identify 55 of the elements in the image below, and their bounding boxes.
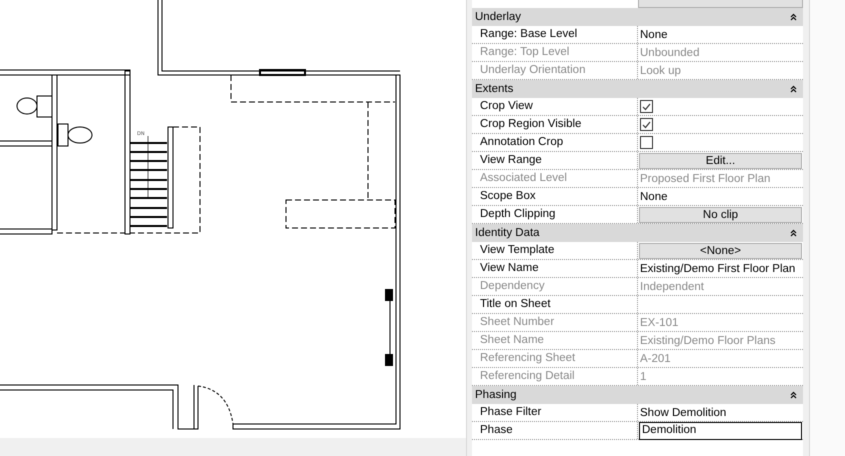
checkbox[interactable]	[640, 100, 653, 113]
property-label: Associated Level	[472, 170, 638, 187]
section-header[interactable]: Extents	[472, 80, 803, 98]
property-label: Underlay Orientation	[472, 62, 638, 79]
property-label: Range: Top Level	[472, 44, 638, 61]
window-drawing	[259, 69, 306, 76]
property-value: Proposed First Floor Plan	[640, 172, 770, 184]
property-value: Existing/Demo First Floor Plan	[640, 262, 796, 274]
property-value: 1	[640, 370, 646, 382]
property-label: Referencing Sheet	[472, 350, 638, 367]
property-value: None	[640, 28, 668, 40]
section-title: Underlay	[475, 11, 522, 23]
door-swing-arc	[198, 386, 234, 424]
value-field[interactable]: Demolition	[639, 422, 802, 440]
property-label: Title on Sheet	[472, 296, 638, 313]
property-value: Existing/Demo Floor Plans	[640, 334, 776, 346]
value-button[interactable]: <None>	[639, 242, 802, 258]
property-value: Independent	[640, 280, 704, 292]
toilet-drawing	[16, 96, 52, 118]
collapse-icon[interactable]	[790, 391, 797, 399]
section-title: Identity Data	[475, 227, 540, 239]
property-label: Sheet Number	[472, 314, 638, 331]
collapse-icon[interactable]	[790, 229, 797, 237]
property-label: Annotation Crop	[472, 134, 638, 151]
section-header[interactable]: Identity Data	[472, 224, 803, 242]
property-label: Referencing Detail	[472, 368, 638, 385]
property-label: Phase Filter	[472, 404, 638, 421]
property-value: Unbounded	[640, 46, 700, 58]
property-label: View Range	[472, 152, 638, 169]
section-header[interactable]: Underlay	[472, 8, 803, 26]
property-value: Show Demolition	[640, 406, 726, 418]
property-label: Dependency	[472, 278, 638, 295]
property-label: View Template	[472, 242, 638, 259]
property-label: Scope Box	[472, 188, 638, 205]
property-label: Phase	[472, 422, 638, 439]
checkbox[interactable]	[640, 136, 653, 149]
toilet-drawing	[58, 124, 92, 146]
property-value: EX-101	[640, 316, 678, 328]
value-button[interactable]: Edit...	[639, 152, 802, 168]
property-label: Crop Region Visible	[472, 116, 638, 133]
property-value: Look up	[640, 64, 681, 76]
property-label: Depth Clipping	[472, 206, 638, 223]
checkbox[interactable]	[640, 118, 653, 131]
value-button[interactable]: No clip	[639, 206, 802, 222]
collapse-icon[interactable]	[790, 85, 797, 93]
section-title: Phasing	[475, 389, 517, 401]
property-label: Sheet Name	[472, 332, 638, 349]
collapse-icon[interactable]	[790, 13, 797, 21]
property-value: A-201	[640, 352, 671, 364]
property-label: View Name	[472, 260, 638, 277]
property-label: Crop View	[472, 98, 638, 115]
section-title: Extents	[475, 83, 514, 95]
property-value: None	[640, 190, 668, 202]
property-label: Range: Base Level	[472, 26, 638, 43]
section-header[interactable]: Phasing	[472, 386, 803, 404]
